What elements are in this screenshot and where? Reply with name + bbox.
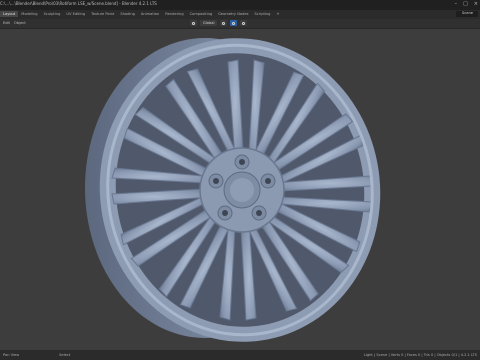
- minimize-button[interactable]: –: [455, 1, 458, 7]
- close-button[interactable]: ×: [474, 1, 478, 7]
- magnet-icon[interactable]: [230, 20, 238, 26]
- proportional-icon[interactable]: [240, 20, 248, 26]
- maximize-button[interactable]: □: [463, 1, 468, 7]
- transform-orientation-dropdown[interactable]: Global: [200, 20, 218, 26]
- menu-edit[interactable]: Edit: [3, 21, 10, 25]
- viewport-menu: Edit Object: [3, 21, 26, 25]
- tab-compositing[interactable]: Compositing: [187, 11, 216, 17]
- add-workspace-button[interactable]: +: [273, 11, 282, 17]
- status-stats: Light | Scene | Verts 0 | Faces 0 | Tris…: [363, 353, 477, 357]
- workspace-tabs: Layout Modeling Sculpting UV Editing Tex…: [0, 11, 282, 17]
- tab-texture-paint[interactable]: Texture Paint: [88, 11, 117, 17]
- window-title: C:\...\...\Blender\Blend\Pro\03\Rotiform…: [0, 1, 157, 6]
- status-hint-select: Select: [59, 353, 71, 357]
- scene-selector[interactable]: Scene: [456, 11, 478, 17]
- 3d-viewport[interactable]: [0, 30, 480, 350]
- wheel-render: [85, 38, 381, 342]
- tab-shading[interactable]: Shading: [117, 11, 138, 17]
- tab-geometry-nodes[interactable]: Geometry Nodes: [215, 11, 251, 17]
- menu-object[interactable]: Object: [14, 21, 26, 25]
- tab-sculpting[interactable]: Sculpting: [41, 11, 64, 17]
- status-hints: Pan View Select: [3, 353, 70, 357]
- tab-rendering[interactable]: Rendering: [162, 11, 186, 17]
- tab-modeling[interactable]: Modeling: [18, 11, 40, 17]
- tab-layout[interactable]: Layout: [0, 11, 19, 17]
- tab-uv-editing[interactable]: UV Editing: [63, 11, 88, 17]
- status-bar: Pan View Select Light | Scene | Verts 0 …: [0, 350, 480, 360]
- workspace-bar: Layout Modeling Sculpting UV Editing Tex…: [0, 10, 480, 19]
- window-controls: – □ ×: [455, 1, 478, 7]
- viewport-header: Edit Object Global: [0, 19, 480, 29]
- status-hint-pan: Pan View: [3, 353, 20, 357]
- snap-icon[interactable]: [220, 20, 228, 26]
- transform-controls: Global: [190, 20, 248, 26]
- tab-animation[interactable]: Animation: [138, 11, 162, 17]
- window-titlebar: C:\...\...\Blender\Blend\Pro\03\Rotiform…: [0, 0, 480, 10]
- orientation-icon[interactable]: [190, 20, 197, 26]
- tab-scripting[interactable]: Scripting: [251, 11, 273, 17]
